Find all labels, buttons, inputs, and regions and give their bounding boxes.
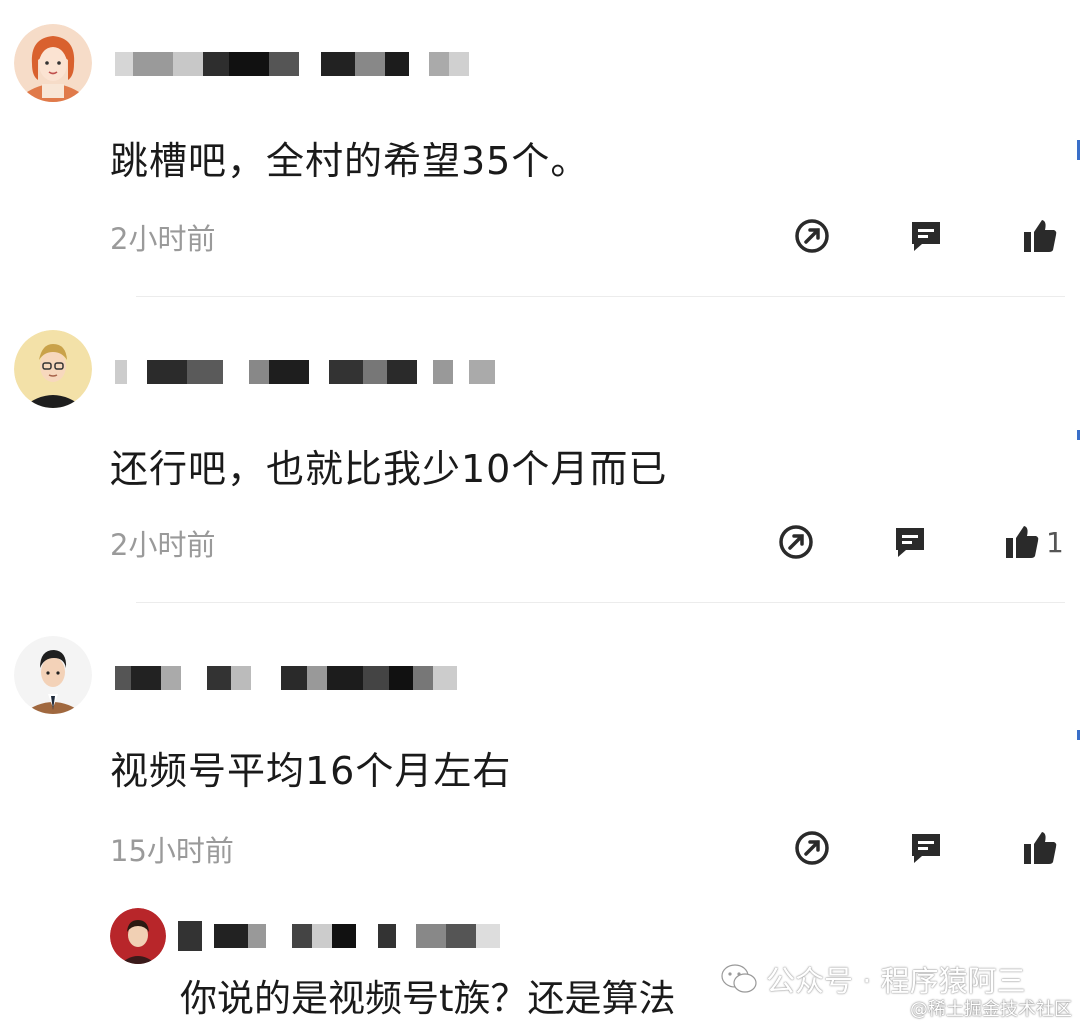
thumbs-up-icon <box>1006 526 1039 558</box>
wechat-icon <box>721 964 757 993</box>
share-icon <box>779 525 813 559</box>
comment-text: 还行吧，也就比我少10个月而已 <box>110 447 668 491</box>
share-button[interactable] <box>774 520 818 564</box>
reply-text: 你说的是视频号t族？还是算法 <box>180 977 676 1020</box>
comment-time: 2小时前 <box>110 222 216 256</box>
reply-button[interactable] <box>888 520 932 564</box>
divider <box>136 296 1065 297</box>
reply-avatar[interactable] <box>110 908 166 964</box>
thumbs-up-icon <box>1024 220 1057 252</box>
reply-button[interactable] <box>904 214 948 258</box>
like-button[interactable] <box>1000 520 1044 564</box>
divider <box>136 602 1065 603</box>
like-button[interactable] <box>1018 826 1062 870</box>
comment-time: 2小时前 <box>110 528 216 562</box>
avatar[interactable] <box>14 24 92 102</box>
comment-item: 视频号平均16个月左右 15小时前 <box>0 604 1080 904</box>
avatar[interactable] <box>14 330 92 408</box>
username-blurred[interactable] <box>115 42 469 86</box>
like-button[interactable] <box>1018 214 1062 258</box>
like-count: 1 <box>1046 526 1064 559</box>
comment-time: 15小时前 <box>110 834 234 868</box>
share-button[interactable] <box>790 826 834 870</box>
comment-icon <box>896 528 924 557</box>
username-blurred[interactable] <box>115 350 495 394</box>
comment-icon <box>912 834 940 863</box>
watermark-primary: 公众号 · 程序猿阿三 <box>720 958 1026 1000</box>
comment-icon <box>912 222 940 251</box>
comment-item: 跳槽吧，全村的希望35个。 2小时前 <box>0 0 1080 300</box>
watermark-primary-text: 公众号 · 程序猿阿三 <box>766 964 1026 998</box>
share-button[interactable] <box>790 214 834 258</box>
watermark-secondary: @稀土掘金技术社区 <box>910 999 1072 1020</box>
reply-username-blurred[interactable] <box>178 914 500 958</box>
comment-text: 跳槽吧，全村的希望35个。 <box>110 139 590 183</box>
share-icon <box>795 831 829 865</box>
username-blurred[interactable] <box>115 656 457 700</box>
comment-item: 还行吧，也就比我少10个月而已 2小时前 1 <box>0 300 1080 600</box>
reply-button[interactable] <box>904 826 948 870</box>
thumbs-up-icon <box>1024 832 1057 864</box>
share-icon <box>795 219 829 253</box>
avatar[interactable] <box>14 636 92 714</box>
comment-text: 视频号平均16个月左右 <box>110 749 512 793</box>
